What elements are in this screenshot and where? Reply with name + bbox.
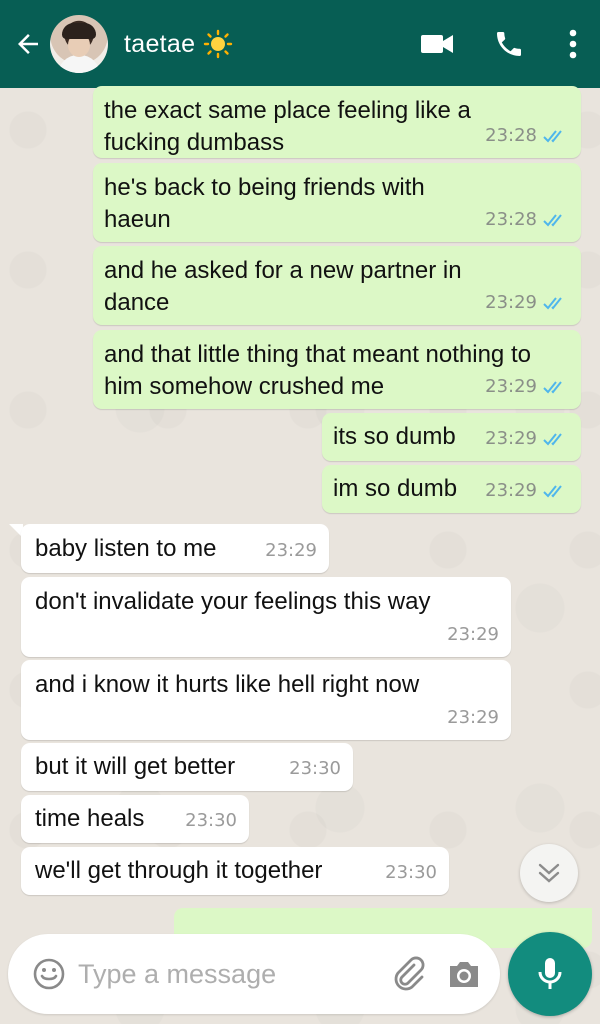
message-meta: 23:29 xyxy=(485,423,569,455)
read-ticks-icon xyxy=(543,297,562,310)
message-time: 23:29 xyxy=(485,376,537,397)
message-meta: 23:29 xyxy=(485,475,569,507)
message-meta: 23:30 xyxy=(185,805,237,837)
read-ticks-icon xyxy=(543,381,562,394)
read-ticks-icon xyxy=(543,214,562,227)
message-text: and i know it hurts like hell right now xyxy=(35,671,420,698)
message-time: 23:30 xyxy=(185,810,237,831)
camera-icon[interactable] xyxy=(446,956,482,992)
message-bubble-incoming[interactable]: and i know it hurts like hell right now … xyxy=(21,660,511,740)
message-time: 23:29 xyxy=(485,480,537,501)
contact-name: taetae xyxy=(124,29,196,58)
message-time: 23:28 xyxy=(485,125,537,146)
message-bubble-incoming[interactable]: baby listen to me 23:29 xyxy=(21,524,329,573)
message-bubble-outgoing[interactable]: im so dumb 23:29 xyxy=(322,465,581,513)
message-bubble-outgoing[interactable]: the exact same place feeling like a fuck… xyxy=(93,86,581,158)
message-time: 23:29 xyxy=(447,624,499,645)
read-ticks-icon xyxy=(543,130,562,143)
message-input-bar[interactable]: Type a message xyxy=(8,934,500,1014)
message-time: 23:29 xyxy=(447,707,499,728)
paperclip-icon[interactable] xyxy=(390,956,426,992)
message-meta: 23:28 xyxy=(485,204,569,236)
scroll-to-bottom-button[interactable] xyxy=(520,844,578,902)
message-bubble-outgoing[interactable]: its so dumb 23:29 xyxy=(322,413,581,461)
microphone-icon xyxy=(538,958,562,989)
message-input[interactable]: Type a message xyxy=(78,959,390,990)
chat-header: taetae xyxy=(0,0,600,88)
contact-avatar[interactable] xyxy=(50,15,108,73)
message-meta: 23:29 xyxy=(265,535,317,567)
message-text: don't invalidate your feelings this way xyxy=(35,588,431,615)
message-meta: 23:29 xyxy=(485,371,569,403)
message-text: and he asked for a new partner in dance xyxy=(104,257,462,316)
message-time: 23:30 xyxy=(289,758,341,779)
emoji-icon[interactable] xyxy=(32,957,66,991)
message-text: he's back to being friends with haeun xyxy=(104,174,425,233)
voice-message-button[interactable] xyxy=(508,932,592,1016)
message-bubble-outgoing[interactable]: and that little thing that meant nothing… xyxy=(93,330,581,409)
contact-name-area[interactable]: taetae xyxy=(124,29,420,59)
message-meta: 23:30 xyxy=(289,753,341,785)
message-bubble-incoming[interactable]: time heals 23:30 xyxy=(21,795,249,843)
message-text: we'll get through it together xyxy=(35,857,323,884)
message-time: 23:29 xyxy=(265,540,317,561)
more-options-icon[interactable] xyxy=(566,27,580,61)
message-bubble-incoming[interactable]: we'll get through it together 23:30 xyxy=(21,847,449,895)
double-chevron-down-icon xyxy=(538,863,560,883)
message-text: the exact same place feeling like a fuck… xyxy=(104,97,471,156)
message-time: 23:29 xyxy=(485,292,537,313)
message-time: 23:28 xyxy=(485,209,537,230)
read-ticks-icon xyxy=(543,485,562,498)
message-bubble-outgoing[interactable]: and he asked for a new partner in dance … xyxy=(93,246,581,325)
sun-emoji-icon xyxy=(203,29,233,59)
message-meta: 23:29 xyxy=(485,287,569,319)
back-arrow-icon[interactable] xyxy=(8,0,48,88)
message-meta: 23:28 xyxy=(485,120,569,152)
video-call-icon[interactable] xyxy=(420,27,454,61)
voice-call-icon[interactable] xyxy=(492,27,526,61)
message-bubble-incoming[interactable]: but it will get better 23:30 xyxy=(21,743,353,791)
message-meta: 23:29 xyxy=(447,619,499,651)
message-bubble-incoming[interactable]: don't invalidate your feelings this way … xyxy=(21,577,511,657)
message-time: 23:30 xyxy=(385,862,437,883)
message-meta: 23:29 xyxy=(447,702,499,734)
read-ticks-icon xyxy=(543,433,562,446)
message-meta: 23:30 xyxy=(385,857,437,889)
message-bubble-outgoing[interactable]: he's back to being friends with haeun 23… xyxy=(93,163,581,242)
message-time: 23:29 xyxy=(485,428,537,449)
